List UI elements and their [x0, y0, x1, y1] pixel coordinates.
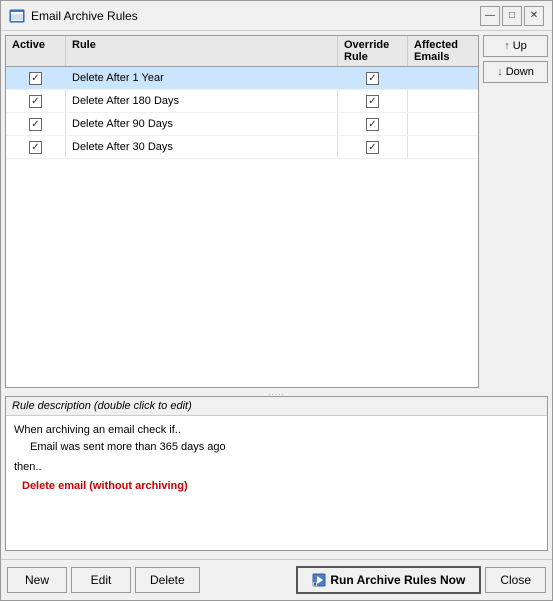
rule-cell-3[interactable]: Delete After 90 Days — [66, 113, 338, 135]
description-content: When archiving an email check if.. Email… — [6, 416, 547, 500]
table-header: Active Rule OverrideRule AffectedEmails — [6, 36, 478, 67]
minimize-button[interactable]: — — [480, 6, 500, 26]
col-active: Active — [6, 36, 66, 66]
table-row[interactable]: Delete After 180 Days — [6, 90, 478, 113]
run-button-label: Run Archive Rules Now — [330, 573, 465, 587]
main-window: Email Archive Rules — □ ✕ Active Rule Ov… — [0, 0, 553, 601]
window-controls: — □ ✕ — [480, 6, 544, 26]
title-bar: Email Archive Rules — □ ✕ — [1, 1, 552, 31]
affected-cell-1 — [408, 67, 478, 89]
active-cell-2[interactable] — [6, 90, 66, 112]
content-area: Active Rule OverrideRule AffectedEmails … — [1, 31, 552, 555]
then-line: then.. — [14, 459, 539, 476]
new-button[interactable]: New — [7, 567, 67, 593]
override-cell-4[interactable] — [338, 136, 408, 158]
override-checkbox-4[interactable] — [366, 141, 379, 154]
affected-cell-3 — [408, 113, 478, 135]
active-checkbox-3[interactable] — [29, 118, 42, 131]
resizer-handle[interactable]: ..... — [5, 388, 548, 396]
maximize-button[interactable]: □ — [502, 6, 522, 26]
active-cell-3[interactable] — [6, 113, 66, 135]
active-checkbox-2[interactable] — [29, 95, 42, 108]
main-area: Active Rule OverrideRule AffectedEmails … — [5, 35, 548, 388]
col-override: OverrideRule — [338, 36, 408, 66]
table-row[interactable]: Delete After 1 Year — [6, 67, 478, 90]
rules-table-container: Active Rule OverrideRule AffectedEmails … — [5, 35, 479, 388]
rule-cell-4[interactable]: Delete After 30 Days — [66, 136, 338, 158]
close-window-button[interactable]: Close — [485, 567, 546, 593]
description-area: Rule description (double click to edit) … — [5, 396, 548, 551]
rule-cell-1[interactable]: Delete After 1 Year — [66, 67, 338, 89]
run-archive-icon — [312, 573, 326, 587]
col-affected: AffectedEmails — [408, 36, 478, 66]
col-rule: Rule — [66, 36, 338, 66]
condition-line: Email was sent more than 365 days ago — [30, 439, 539, 456]
delete-button[interactable]: Delete — [135, 567, 200, 593]
active-checkbox-1[interactable] — [29, 72, 42, 85]
active-cell-4[interactable] — [6, 136, 66, 158]
override-cell-3[interactable] — [338, 113, 408, 135]
action-line: Delete email (without archiving) — [22, 478, 539, 495]
side-buttons: Up Down — [483, 35, 548, 388]
when-line: When archiving an email check if.. — [14, 422, 539, 439]
affected-cell-4 — [408, 136, 478, 158]
active-checkbox-4[interactable] — [29, 141, 42, 154]
close-button[interactable]: ✕ — [524, 6, 544, 26]
override-cell-2[interactable] — [338, 90, 408, 112]
override-checkbox-3[interactable] — [366, 118, 379, 131]
down-arrow-icon — [497, 66, 503, 78]
override-checkbox-2[interactable] — [366, 95, 379, 108]
rule-cell-2[interactable]: Delete After 180 Days — [66, 90, 338, 112]
window-icon — [9, 8, 25, 24]
footer-bar: New Edit Delete Run Archive Rules Now Cl… — [1, 559, 552, 600]
table-row[interactable]: Delete After 30 Days — [6, 136, 478, 159]
description-header[interactable]: Rule description (double click to edit) — [6, 397, 547, 416]
override-cell-1[interactable] — [338, 67, 408, 89]
active-cell-1[interactable] — [6, 67, 66, 89]
table-row[interactable]: Delete After 90 Days — [6, 113, 478, 136]
override-checkbox-1[interactable] — [366, 72, 379, 85]
affected-cell-2 — [408, 90, 478, 112]
table-body: Delete After 1 Year Delete After 180 Day… — [6, 67, 478, 387]
run-button[interactable]: Run Archive Rules Now — [296, 566, 481, 594]
up-button[interactable]: Up — [483, 35, 548, 57]
window-title: Email Archive Rules — [31, 9, 480, 23]
up-arrow-icon — [504, 40, 510, 52]
down-button[interactable]: Down — [483, 61, 548, 83]
edit-button[interactable]: Edit — [71, 567, 131, 593]
